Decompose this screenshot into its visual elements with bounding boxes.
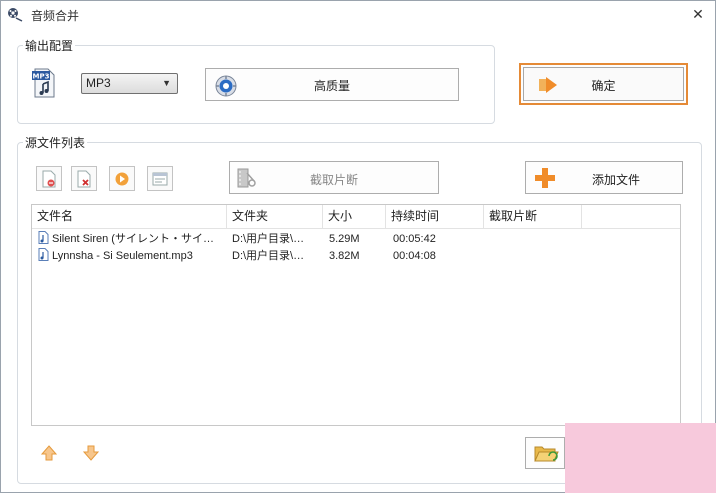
file-name: Lynnsha - Si Seulement.mp3: [52, 250, 193, 262]
cell-folder: D:\用户目录\…: [232, 250, 305, 262]
column-header-name[interactable]: 文件名: [32, 205, 227, 228]
close-icon: ✕: [692, 6, 704, 22]
delete-file-button[interactable]: [71, 166, 97, 191]
confirm-button-face: 确定: [523, 67, 684, 101]
cell-folder: D:\用户目录\…: [232, 233, 305, 245]
open-folder-icon: [534, 446, 559, 462]
move-up-arrow-icon[interactable]: [39, 443, 59, 463]
remove-file-button[interactable]: [36, 166, 62, 191]
cell-size: 5.29M: [329, 233, 360, 245]
clip-segment-button[interactable]: 截取片断: [229, 161, 439, 194]
confirm-label: 确定: [591, 79, 616, 93]
move-down-arrow-icon[interactable]: [81, 443, 101, 463]
cell-duration: 00:04:08: [393, 250, 436, 262]
clip-segment-label: 截取片断: [309, 173, 358, 187]
audio-file-icon: [38, 248, 49, 261]
table-header: 文件名 文件夹 大小 持续时间 截取片断: [32, 205, 680, 229]
column-header-duration[interactable]: 持续时间: [386, 205, 484, 228]
plus-icon: [535, 168, 555, 188]
quality-button[interactable]: 高质量: [205, 68, 459, 101]
play-icon: [115, 172, 129, 186]
column-header-folder[interactable]: 文件夹: [227, 205, 323, 228]
properties-button[interactable]: [147, 166, 173, 191]
cell-clip: [489, 231, 577, 248]
audio-merge-window: 音频合并 ✕ 输出配置 MP3 MP3 ▼ 高质量 确定 源文件列表 截取片断 …: [0, 0, 716, 493]
confirm-button[interactable]: 确定: [519, 63, 688, 105]
window-title: 音频合并: [31, 9, 80, 23]
add-file-button[interactable]: 添加文件: [525, 161, 683, 194]
svg-text:MP3: MP3: [33, 73, 50, 81]
play-button[interactable]: [109, 166, 135, 191]
output-format-select[interactable]: MP3 ▼: [81, 73, 178, 94]
cell-clip: [489, 248, 577, 265]
table-row[interactable]: Lynnsha - Si Seulement.mp3 D:\用户目录\… 3.8…: [32, 248, 680, 265]
title-bar: 音频合并 ✕: [1, 1, 715, 27]
mp3-file-icon: MP3: [32, 68, 55, 98]
delete-file-icon: [77, 170, 91, 188]
properties-icon: [152, 172, 168, 186]
pink-overlay-block: [565, 423, 716, 493]
output-folder-button[interactable]: [525, 437, 565, 469]
file-name: Silent Siren (サイレント・サイ…: [52, 233, 214, 245]
output-format-value: MP3: [86, 76, 111, 90]
output-settings-legend: 输出配置: [25, 39, 74, 53]
close-button[interactable]: ✕: [687, 4, 709, 24]
audio-file-icon: [38, 231, 49, 244]
cell-name: Silent Siren (サイレント・サイ…: [38, 231, 224, 248]
cell-duration: 00:05:42: [393, 233, 436, 245]
table-row[interactable]: Silent Siren (サイレント・サイ… D:\用户目录\… 5.29M …: [32, 231, 680, 248]
chevron-down-icon: ▼: [162, 78, 171, 88]
remove-file-icon: [42, 170, 56, 188]
app-film-icon: [8, 8, 23, 22]
source-files-legend: 源文件列表: [25, 136, 86, 150]
column-header-clip[interactable]: 截取片断: [484, 205, 582, 228]
column-header-size[interactable]: 大小: [323, 205, 386, 228]
cell-size: 3.82M: [329, 250, 360, 262]
quality-label: 高质量: [313, 79, 350, 93]
cell-name: Lynnsha - Si Seulement.mp3: [38, 248, 224, 265]
file-table[interactable]: 文件名 文件夹 大小 持续时间 截取片断 Silent Siren (サイレント…: [31, 204, 681, 426]
add-file-label: 添加文件: [592, 173, 641, 187]
